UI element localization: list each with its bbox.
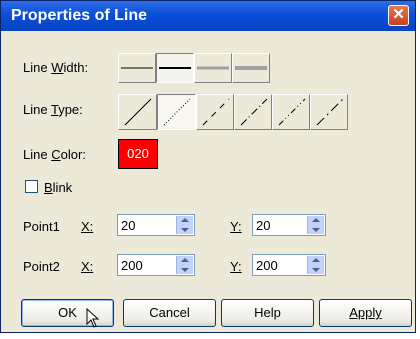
line-width-2px[interactable] (156, 53, 194, 83)
spin-up-icon[interactable] (181, 258, 189, 262)
spin-down-icon[interactable] (181, 268, 189, 272)
line-color-button[interactable]: 020 (118, 139, 158, 169)
line-color-label: Line Color: (23, 147, 86, 162)
point1-x-label: X: (81, 219, 94, 234)
point1-y-field[interactable]: 20 (252, 214, 326, 236)
blink-label[interactable]: Blink (44, 180, 72, 195)
title-bar[interactable]: Properties of Line ✕ (1, 1, 415, 31)
point1-x-field[interactable]: 20 (117, 214, 195, 236)
mouse-cursor-icon (86, 308, 100, 328)
dash-dot-dot-line-icon (278, 98, 306, 126)
point1-x-spinner[interactable] (176, 216, 193, 234)
point2-x-field[interactable]: 200 (117, 254, 195, 276)
point1-y-spinner[interactable] (307, 216, 324, 234)
line-type-dotted[interactable] (157, 94, 196, 130)
point1-label: Point1 (23, 219, 60, 234)
point2-y-label: Y: (230, 259, 242, 274)
apply-button[interactable]: Apply (319, 299, 412, 327)
point2-x-label: X: (81, 259, 94, 274)
long-dash-line-icon (316, 98, 344, 126)
spin-up-icon[interactable] (312, 218, 320, 222)
point1-x-value: 20 (121, 218, 136, 233)
line-width-3px[interactable] (194, 53, 232, 83)
point2-x-spinner[interactable] (176, 256, 193, 274)
spin-up-icon[interactable] (312, 258, 320, 262)
line-type-label: Line Type: (23, 102, 83, 117)
line-type-dash-dot-dot[interactable] (272, 94, 310, 130)
spin-down-icon[interactable] (181, 228, 189, 232)
point2-y-value: 200 (256, 258, 278, 273)
point2-label: Point2 (23, 259, 60, 274)
point2-y-field[interactable]: 200 (252, 254, 326, 276)
close-button[interactable]: ✕ (388, 5, 409, 26)
line-type-dash[interactable] (196, 94, 234, 130)
dialog-title: Properties of Line (11, 7, 148, 24)
point1-y-label: Y: (230, 219, 242, 234)
line-width-label: Line Width: (23, 60, 89, 75)
dotted-line-icon (163, 98, 191, 126)
solid-line-icon (124, 98, 152, 126)
line-type-dash-dot[interactable] (234, 94, 272, 130)
spin-down-icon[interactable] (312, 268, 320, 272)
properties-dialog: Properties of Line ✕ Line Width: Line Ty… (0, 0, 416, 333)
spin-down-icon[interactable] (312, 228, 320, 232)
spin-up-icon[interactable] (181, 218, 189, 222)
help-button[interactable]: Help (221, 299, 314, 327)
dash-line-icon (202, 98, 230, 126)
line-type-solid[interactable] (118, 94, 157, 130)
line-width-1px[interactable] (118, 53, 156, 83)
dash-dot-line-icon (240, 98, 268, 126)
point2-x-value: 200 (121, 258, 143, 273)
line-width-4px[interactable] (232, 53, 270, 83)
point2-y-spinner[interactable] (307, 256, 324, 274)
cancel-button[interactable]: Cancel (123, 299, 216, 327)
line-type-long-dash[interactable] (310, 94, 348, 130)
line-color-value: 020 (127, 146, 149, 161)
point1-y-value: 20 (256, 218, 271, 233)
blink-checkbox[interactable] (25, 180, 38, 193)
